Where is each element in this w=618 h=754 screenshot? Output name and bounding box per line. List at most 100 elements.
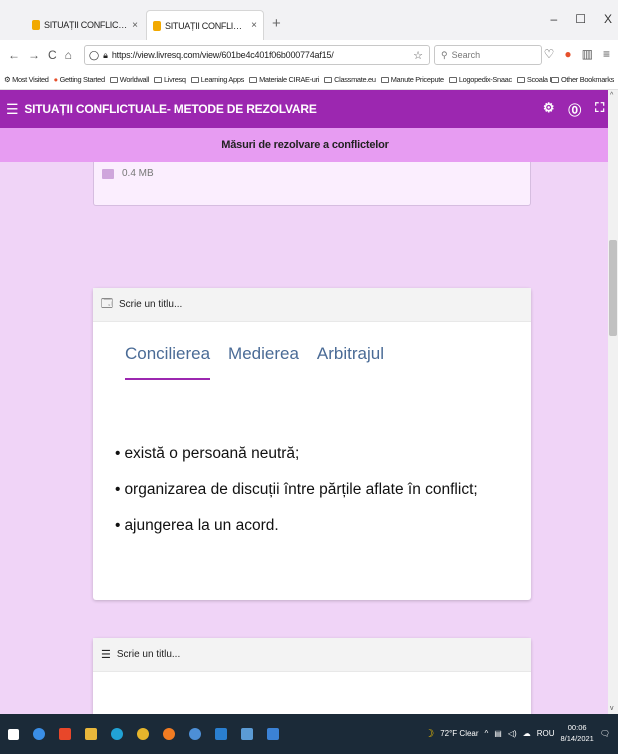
bookmark-logopedix[interactable]: Logopedix-Snaac — [448, 75, 512, 84]
volume-icon[interactable]: ◁) — [508, 729, 517, 738]
pocket-icon[interactable]: ♡ — [544, 47, 555, 61]
browser-tab-bar: SITUAȚII CONFLICTUALE- METC × SITUAȚII C… — [0, 0, 618, 40]
notifications-icon[interactable]: 🗨︎ — [600, 729, 610, 738]
reload-icon[interactable]: C — [48, 48, 57, 62]
scroll-down-icon[interactable]: v — [610, 705, 614, 712]
fullscreen-icon[interactable]: ⛶ — [595, 100, 604, 119]
close-window-button[interactable]: X — [604, 12, 612, 26]
list-item: ajungerea la un acord. — [115, 508, 478, 544]
livresq-favicon-icon — [32, 20, 40, 30]
bookmark-manute[interactable]: Manute Pricepute — [380, 75, 444, 84]
livresq-favicon-icon — [153, 20, 161, 31]
network-icon[interactable]: ▤ — [494, 729, 502, 738]
list-card: ☰ Scrie un titlu... — [93, 638, 531, 714]
scrollbar-thumb[interactable] — [609, 240, 617, 336]
calendar-window-icon: 🗔︎ — [101, 298, 113, 310]
settings-icon[interactable] — [189, 728, 201, 740]
folder-icon — [249, 76, 258, 83]
tabs-card: 🗔︎ Scrie un titlu... Concilierea Mediere… — [93, 288, 531, 600]
section-header: Măsuri de rezolvare a conflictelor — [0, 128, 610, 162]
clock-time: 00:06 — [567, 723, 587, 732]
other-bookmarks[interactable]: Other Bookmarks — [550, 75, 614, 84]
card-title-input[interactable]: Scrie un titlu... — [119, 299, 182, 310]
clock[interactable]: 00:06 8/14/2021 — [560, 722, 593, 744]
card-title-input[interactable]: Scrie un titlu... — [117, 649, 180, 660]
bookmark-materiale[interactable]: Materiale CIRAE-uri — [249, 75, 319, 84]
folder-icon — [380, 76, 389, 83]
folder-icon — [550, 76, 559, 83]
app-icon[interactable] — [215, 728, 227, 740]
window-controls: – ☐ X — [551, 12, 612, 26]
maximize-button[interactable]: ☐ — [575, 12, 586, 26]
list-item: există o persoană neutră; — [115, 436, 478, 472]
bookmark-learning-apps[interactable]: Learning Apps — [190, 75, 244, 84]
edge-icon[interactable] — [33, 728, 45, 740]
toolbar-right: ♡ ● ▥ ≡ — [544, 47, 610, 61]
browser-tab-2[interactable]: SITUAȚII CONFLICTUALE- METC × — [146, 10, 264, 40]
cloud-icon[interactable]: ☁︎ — [523, 729, 531, 738]
tab-title: SITUAȚII CONFLICTUALE- METC — [165, 20, 248, 31]
teams-icon[interactable] — [241, 728, 253, 740]
tray-expand-icon[interactable]: ^ — [485, 729, 489, 738]
weather-text[interactable]: 72°F Clear — [440, 729, 478, 738]
bookmark-getting-started[interactable]: ● Getting Started — [54, 75, 105, 84]
firefox-icon[interactable] — [163, 728, 175, 740]
bullet-list: există o persoană neutră; organizarea de… — [115, 436, 478, 544]
content-tabs: Concilierea Medierea Arbitrajul — [125, 344, 384, 380]
tab-medierea[interactable]: Medierea — [228, 344, 299, 380]
forward-arrow-icon[interactable]: → — [28, 48, 40, 62]
bookmark-worldwall[interactable]: Worldwall — [109, 75, 149, 84]
back-arrow-icon[interactable]: ← — [8, 48, 20, 62]
url-text[interactable]: https://view.livresq.com/view/601be4c401… — [112, 50, 409, 60]
url-bar[interactable]: ◯ 🔒︎ https://view.livresq.com/view/601be… — [84, 45, 430, 65]
folder-icon — [153, 76, 162, 83]
card-header: 🗔︎ Scrie un titlu... — [93, 288, 531, 322]
content-area: 0.4 MB 🗔︎ Scrie un titlu... Concilierea … — [0, 162, 610, 714]
language-indicator[interactable]: ROU — [537, 729, 555, 738]
browser-tab-1[interactable]: SITUAȚII CONFLICTUALE- METC × — [26, 10, 144, 40]
edge-browser-icon[interactable] — [111, 728, 123, 740]
folder-icon — [516, 76, 525, 83]
home-icon[interactable]: ⌂ — [65, 48, 72, 62]
bookmarks-bar: ⚙︎ Most Visited ● Getting Started Worldw… — [0, 70, 618, 90]
settings-gear-icon[interactable]: ⚙︎ — [543, 100, 555, 119]
tab-arbitrajul[interactable]: Arbitrajul — [317, 344, 384, 380]
hamburger-menu-icon[interactable]: ☰ — [6, 101, 19, 118]
help-icon[interactable]: ⓪ — [568, 100, 581, 119]
search-bar[interactable]: ⚲ Search — [434, 45, 542, 65]
windows-start-icon[interactable] — [8, 728, 19, 740]
bookmark-star-icon[interactable]: ☆ — [413, 49, 423, 62]
file-card: 0.4 MB — [93, 162, 531, 206]
section-title: Măsuri de rezolvare a conflictelor — [221, 139, 389, 151]
library-icon[interactable]: ▥ — [582, 47, 593, 61]
file-icon — [102, 169, 114, 179]
file-explorer-icon[interactable] — [85, 728, 97, 740]
new-tab-button[interactable]: + — [272, 15, 281, 32]
scroll-up-icon[interactable]: ^ — [610, 92, 613, 99]
bookmark-livresq[interactable]: Livresq — [153, 75, 186, 84]
page-scrollbar[interactable]: ^ v — [608, 90, 618, 714]
close-tab-icon[interactable]: × — [251, 20, 257, 31]
list-icon: ☰ — [101, 649, 111, 661]
weather-moon-icon: ☽ — [424, 727, 435, 740]
app-header: ☰ SITUAȚII CONFLICTUALE- METODE DE REZOL… — [0, 90, 618, 128]
menu-icon[interactable]: ≡ — [603, 47, 610, 61]
windows-taskbar: ☽ 72°F Clear ^ ▤ ◁) ☁︎ ROU 00:06 8/14/20… — [0, 714, 618, 754]
bookmark-classmate[interactable]: Classmate.eu — [324, 75, 376, 84]
close-tab-icon[interactable]: × — [132, 20, 138, 31]
tab-concilierea[interactable]: Concilierea — [125, 344, 211, 380]
chrome-icon[interactable] — [137, 728, 149, 740]
search-input[interactable]: Search — [452, 50, 481, 60]
firefox-account-icon[interactable]: ● — [564, 47, 571, 61]
file-size: 0.4 MB — [122, 168, 154, 179]
firefox-icon: ● — [53, 75, 58, 84]
office-icon[interactable] — [59, 728, 71, 740]
app2-icon[interactable] — [267, 728, 279, 740]
minimize-button[interactable]: – — [551, 12, 558, 26]
folder-icon — [109, 76, 118, 83]
bookmark-most-visited[interactable]: ⚙︎ Most Visited — [4, 75, 49, 84]
search-icon: ⚲ — [441, 49, 448, 60]
clock-date: 8/14/2021 — [560, 734, 594, 743]
tab-title: SITUAȚII CONFLICTUALE- METC — [44, 20, 130, 30]
list-item: organizarea de discuții între părțile af… — [115, 472, 477, 508]
